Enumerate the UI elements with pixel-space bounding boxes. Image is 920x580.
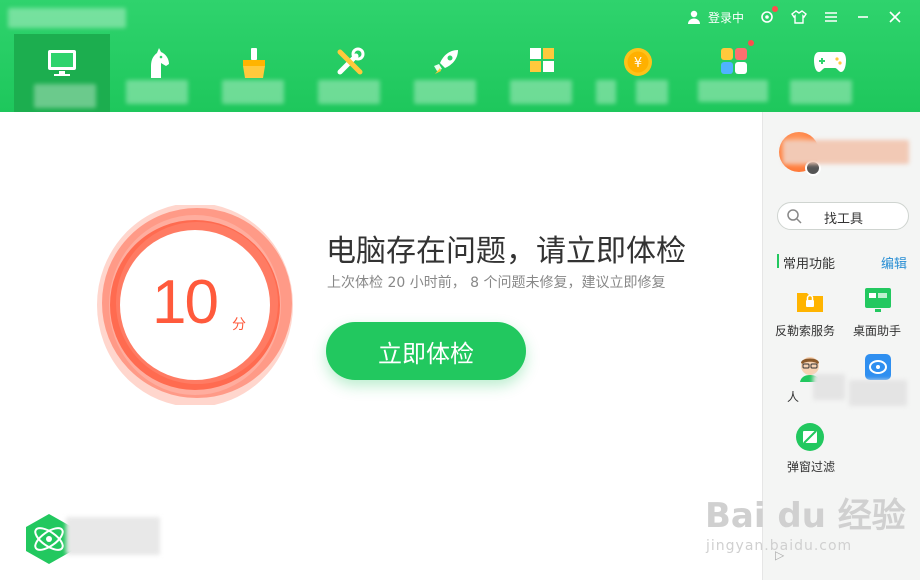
watermark-url: jingyan.baidu.com xyxy=(706,538,853,554)
main-nav: ¥ xyxy=(14,34,906,112)
broom-icon xyxy=(243,48,265,78)
main-panel: 10 分 电脑存在问题，请立即体检 上次体检 20 小时前， 8 个问题未修复，… xyxy=(0,112,762,580)
section-accent xyxy=(777,254,779,268)
status-headline: 电脑存在问题，请立即体检 xyxy=(326,234,686,269)
status-subline: 上次体检 20 小时前， 8 个问题未修复，建议立即修复 xyxy=(327,275,666,291)
notification-dot xyxy=(748,40,754,46)
settings-button[interactable] xyxy=(758,6,778,26)
desktop-assistant-icon xyxy=(865,288,891,312)
close-icon xyxy=(889,11,901,23)
notification-dot xyxy=(772,6,778,12)
menu-button[interactable] xyxy=(822,8,840,26)
tools-icon xyxy=(337,47,365,75)
user-icon xyxy=(687,10,700,24)
tool-desktop-assistant[interactable]: 桌面助手 xyxy=(851,286,920,346)
nav-item-features[interactable] xyxy=(494,34,590,112)
watermark-logo: Bai du 经验 xyxy=(705,496,906,536)
tool-label: 桌面助手 xyxy=(853,324,902,338)
rocket-icon xyxy=(434,50,458,74)
close-button[interactable] xyxy=(886,8,904,26)
minimize-button[interactable] xyxy=(854,8,872,26)
nav-item-store[interactable] xyxy=(686,34,782,112)
colorful-grid-icon xyxy=(721,48,747,74)
nav-item-checkup[interactable] xyxy=(14,34,110,112)
edit-link[interactable]: 编辑 xyxy=(881,253,907,272)
nav-item-speedup[interactable] xyxy=(398,34,494,112)
nav-item-cleanup[interactable] xyxy=(206,34,302,112)
nav-item-games[interactable] xyxy=(782,34,878,112)
login-status[interactable]: 登录中 xyxy=(686,9,744,26)
tool-popup-filter[interactable]: 弹窗过滤 xyxy=(775,422,845,482)
monitor-icon xyxy=(48,50,76,76)
tool-anti-ransom[interactable]: 反勒索服务 xyxy=(775,286,845,346)
checkup-button[interactable]: 立即体检 xyxy=(326,322,526,380)
nav-item-money[interactable]: ¥ xyxy=(590,34,686,112)
tool-shield-box[interactable] xyxy=(849,352,920,412)
gamepad-icon xyxy=(814,52,846,72)
shirt-icon xyxy=(791,10,807,24)
tool-label: 弹窗过滤 xyxy=(787,460,836,474)
shield-box-icon xyxy=(865,354,891,380)
search-icon xyxy=(787,209,802,224)
skin-button[interactable] xyxy=(790,8,808,26)
section-title: 常用功能 xyxy=(783,257,836,272)
common-functions-header: 常用功能 编辑 xyxy=(777,252,907,272)
apps-grid-icon xyxy=(530,48,554,72)
search-label: 找工具 xyxy=(824,212,864,227)
score-value: 10 xyxy=(152,268,219,337)
svg-text:¥: ¥ xyxy=(634,56,642,71)
tool-search[interactable]: 找工具 xyxy=(777,202,909,230)
window-actions: 登录中 xyxy=(686,6,904,26)
folder-lock-icon xyxy=(797,293,823,312)
coin-icon: ¥ xyxy=(624,48,652,76)
app-logo-blurred xyxy=(8,6,128,30)
horse-icon xyxy=(151,48,169,78)
nav-item-repair[interactable] xyxy=(302,34,398,112)
menu-icon xyxy=(825,12,837,22)
score-unit: 分 xyxy=(232,317,246,333)
nav-item-security[interactable] xyxy=(110,34,206,112)
popup-filter-icon xyxy=(796,423,824,451)
minimize-icon xyxy=(858,16,868,18)
tool-person[interactable]: 人 xyxy=(775,352,845,412)
login-label: 登录中 xyxy=(707,10,744,25)
top-bar: 登录中 ¥ xyxy=(0,0,920,112)
